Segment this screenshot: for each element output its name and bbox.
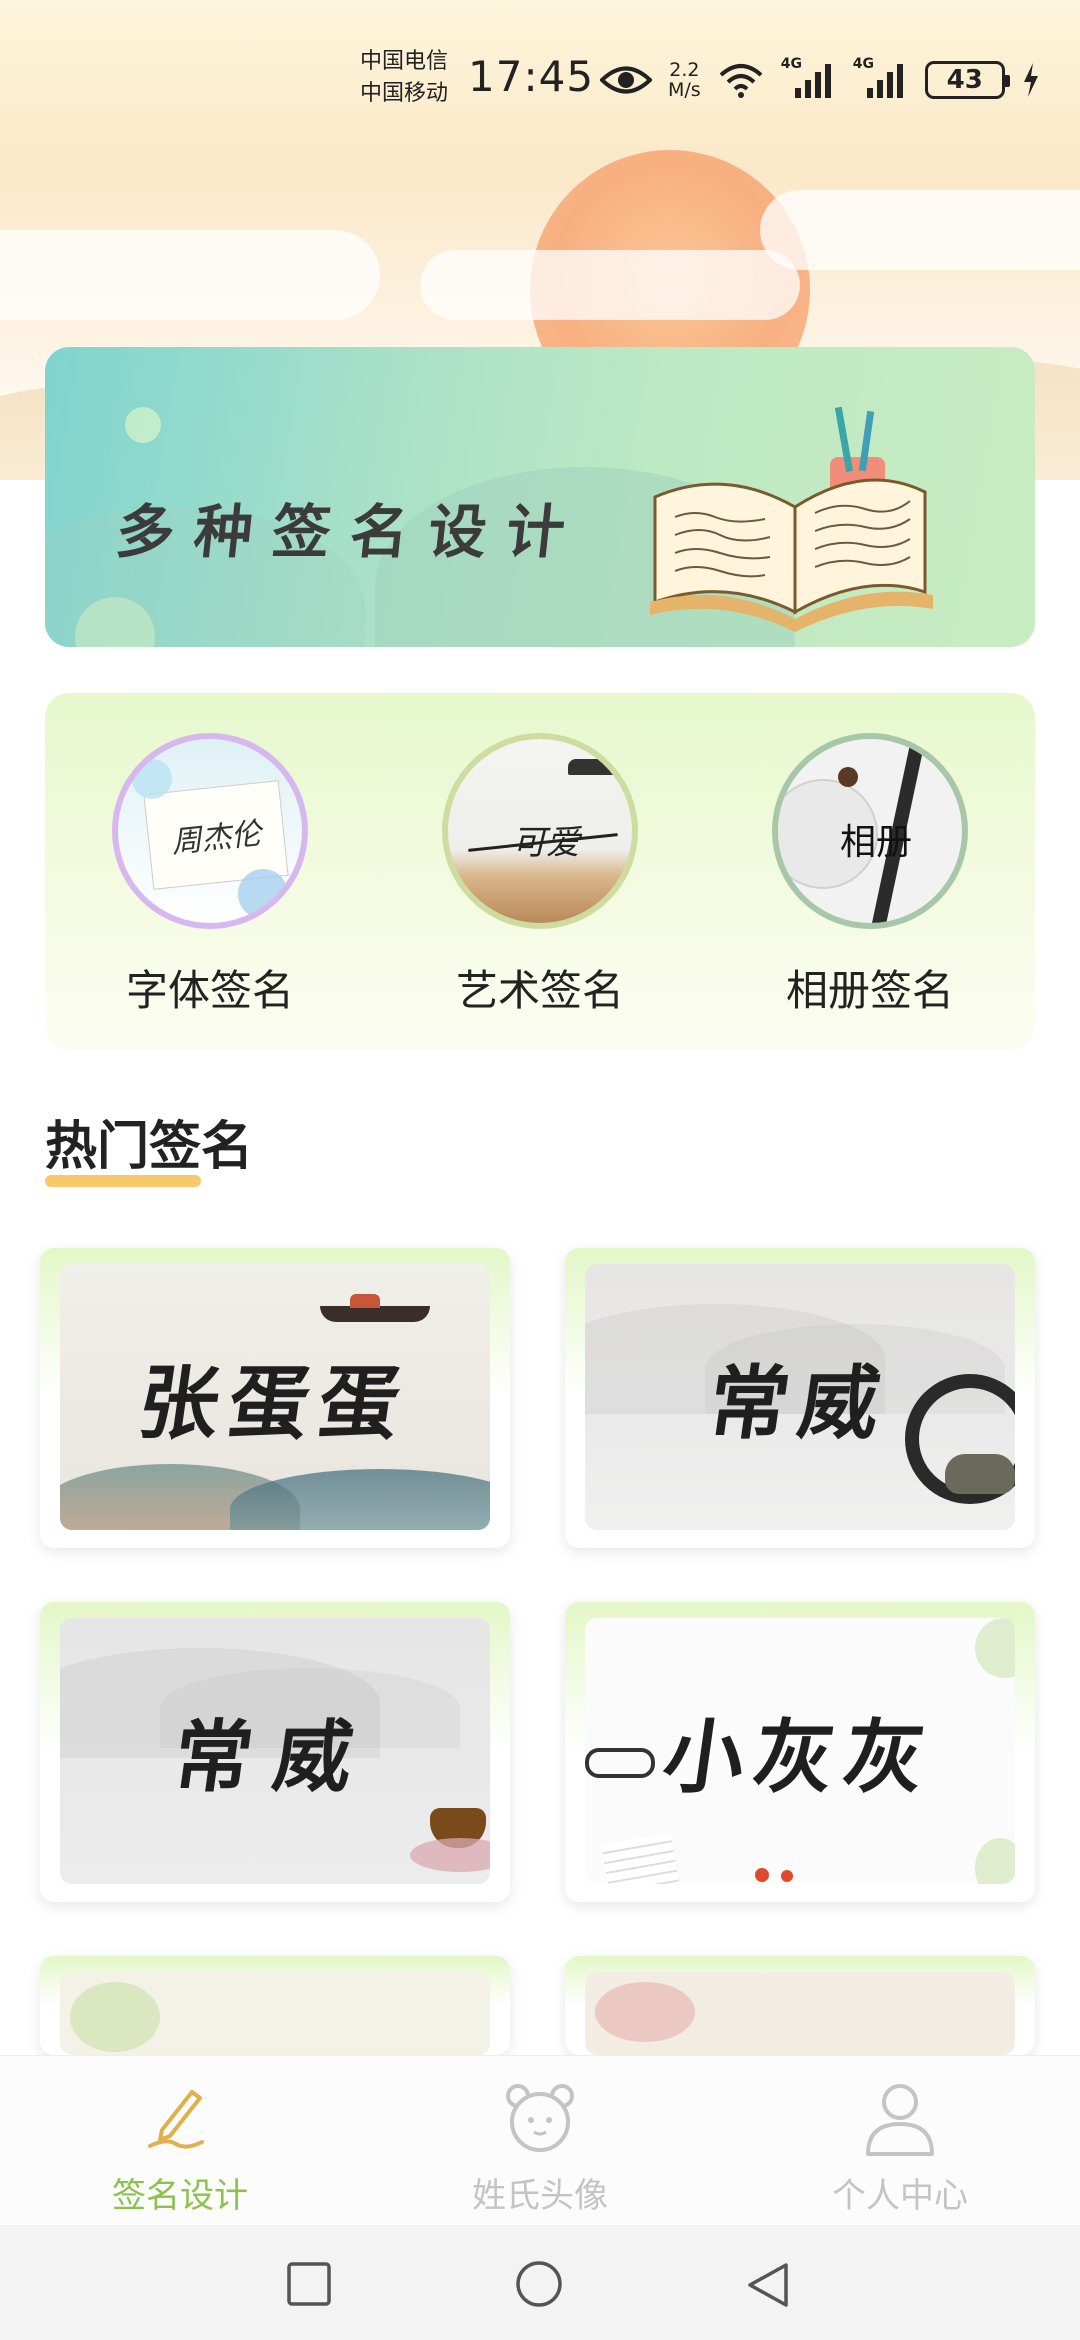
signature-card[interactable] xyxy=(565,1956,1035,2055)
carrier-labels: 中国电信 中国移动 xyxy=(360,46,448,110)
recent-apps-icon[interactable] xyxy=(286,2261,332,2307)
cloud-decoration xyxy=(0,230,380,320)
signature-card[interactable]: 常威 xyxy=(565,1248,1035,1548)
category-art-signature[interactable]: 可爱 艺术签名 xyxy=(420,733,660,1018)
font-signature-icon: 周杰伦 xyxy=(112,733,308,929)
font-signature-preview: 周杰伦 xyxy=(169,816,263,861)
section-title-underline xyxy=(45,1175,201,1187)
home-icon[interactable] xyxy=(514,2261,564,2311)
pen-icon xyxy=(148,2090,204,2149)
category-label: 相册签名 xyxy=(785,966,954,1015)
nav-tab-signature-design[interactable]: 签名设计 xyxy=(60,2078,300,2217)
net-speed-unit: M/s xyxy=(668,79,701,101)
system-navigation-bar xyxy=(0,2225,1080,2340)
signature-category-panel: 周杰伦 字体签名 可爱 艺术签名 相册 相册签名 xyxy=(45,693,1035,1050)
signature-name: 常威 xyxy=(702,1356,896,1450)
signal-2-icon: 4G xyxy=(853,56,909,100)
signature-preview-image: 张蛋蛋 xyxy=(60,1264,490,1530)
book-illustration-icon xyxy=(650,406,933,632)
signature-preview-image xyxy=(585,1972,1015,2055)
nav-label: 姓氏头像 xyxy=(472,2176,608,2216)
carrier-1: 中国电信 xyxy=(360,49,449,74)
eye-icon xyxy=(600,66,652,94)
bottom-navigation: 签名设计 姓氏头像 个人中心 xyxy=(0,2055,1080,2225)
signature-card[interactable]: 常威 xyxy=(40,1602,510,1902)
bear-icon xyxy=(506,2084,574,2152)
nav-tab-surname-avatar[interactable]: 姓氏头像 xyxy=(420,2078,660,2217)
wifi-icon xyxy=(719,64,763,98)
battery-indicator: 43 xyxy=(924,61,1010,99)
net-speed: 2.2 M/s xyxy=(668,60,701,100)
promo-banner[interactable]: 多种签名设计 xyxy=(45,347,1035,647)
nav-tab-profile[interactable]: 个人中心 xyxy=(780,2078,1020,2217)
signature-name: 常威 xyxy=(167,1712,381,1803)
clock: 17:45 xyxy=(468,52,595,101)
art-signature-icon: 可爱 xyxy=(442,733,638,929)
charging-icon xyxy=(1023,63,1038,97)
status-bar: 中国电信 中国移动 17:45 2.2 M/s 4G 4G 43 xyxy=(0,0,1080,140)
nav-label: 签名设计 xyxy=(112,2176,248,2216)
signature-preview-image: 常威 xyxy=(585,1264,1015,1530)
signature-card[interactable] xyxy=(40,1956,510,2055)
signature-preview-image: 常威 xyxy=(60,1618,490,1884)
signature-preview-image xyxy=(60,1972,490,2055)
carrier-2: 中国移动 xyxy=(360,81,449,106)
banner-title: 多种签名设计 xyxy=(112,498,589,566)
back-icon[interactable] xyxy=(744,2261,794,2311)
signature-card[interactable]: 张蛋蛋 xyxy=(40,1248,510,1548)
cloud-decoration xyxy=(760,190,1080,270)
net-speed-value: 2.2 xyxy=(669,59,700,81)
signature-card[interactable]: 小灰灰 xyxy=(565,1602,1035,1902)
category-font-signature[interactable]: 周杰伦 字体签名 xyxy=(90,733,330,1018)
signature-name: 张蛋蛋 xyxy=(132,1356,416,1450)
signature-preview-image: 小灰灰 xyxy=(585,1618,1015,1884)
status-icons: 2.2 M/s 4G 4G 43 xyxy=(600,56,1041,104)
person-icon xyxy=(866,2084,934,2156)
hot-signatures-title: 热门签名 xyxy=(45,1117,254,1177)
category-album-signature[interactable]: 相册 相册签名 xyxy=(750,733,990,1018)
signal-1-icon: 4G xyxy=(781,56,837,100)
battery-level: 43 xyxy=(946,65,983,95)
album-signature-icon: 相册 xyxy=(772,733,968,929)
bubble-decoration xyxy=(125,407,161,443)
category-label: 字体签名 xyxy=(125,966,294,1015)
cloud-decoration xyxy=(420,250,800,320)
signature-name: 小灰灰 xyxy=(657,1710,941,1804)
nav-label: 个人中心 xyxy=(832,2176,968,2216)
album-signature-preview: 相册 xyxy=(839,822,912,863)
category-label: 艺术签名 xyxy=(455,966,624,1015)
